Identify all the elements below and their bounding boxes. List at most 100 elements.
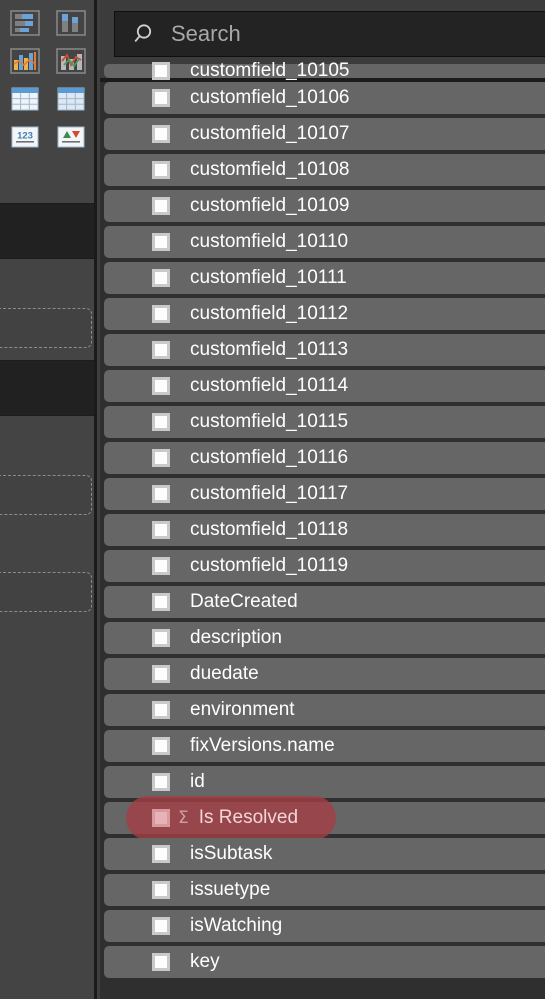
visualization-type-gallery[interactable]: 123 bbox=[0, 0, 97, 170]
field-label: customfield_10106 bbox=[190, 87, 350, 108]
field-label: customfield_10108 bbox=[190, 159, 350, 180]
field-row[interactable]: customfield_10106 bbox=[104, 82, 545, 114]
field-checkbox[interactable] bbox=[152, 377, 170, 395]
field-checkbox[interactable] bbox=[152, 665, 170, 683]
field-label: customfield_10105 bbox=[190, 60, 350, 81]
field-well-3[interactable]: Add data fields here bbox=[0, 572, 92, 612]
line-and-stacked-column-chart-icon[interactable] bbox=[48, 42, 94, 80]
field-checkbox[interactable] bbox=[152, 629, 170, 647]
field-checkbox[interactable] bbox=[152, 161, 170, 179]
stacked-bar-chart-icon[interactable] bbox=[2, 4, 48, 42]
table-icon[interactable] bbox=[2, 80, 48, 118]
field-well-1[interactable]: Add data fields here bbox=[0, 308, 92, 348]
search-box[interactable] bbox=[114, 11, 545, 57]
field-checkbox[interactable] bbox=[152, 845, 170, 863]
field-row[interactable]: fixVersions.name bbox=[104, 730, 545, 762]
field-well-2[interactable]: Add data fields here bbox=[0, 475, 92, 515]
field-label: customfield_10107 bbox=[190, 123, 350, 144]
wells-section-2: Add data fields here Add data fields her… bbox=[0, 416, 97, 999]
field-checkbox[interactable] bbox=[152, 557, 170, 575]
fields-pane: customfield_10105 customfield_10106custom… bbox=[100, 0, 545, 999]
field-checkbox[interactable] bbox=[152, 485, 170, 503]
field-row[interactable]: environment bbox=[104, 694, 545, 726]
field-row[interactable]: issuetype bbox=[104, 874, 545, 906]
field-row[interactable]: customfield_10109 bbox=[104, 190, 545, 222]
field-row[interactable]: isSubtask bbox=[104, 838, 545, 870]
stacked-column-chart-icon[interactable] bbox=[48, 4, 94, 42]
field-row[interactable]: customfield_10110 bbox=[104, 226, 545, 258]
field-row[interactable]: id bbox=[104, 766, 545, 798]
field-checkbox[interactable] bbox=[152, 773, 170, 791]
field-row[interactable]: customfield_10119 bbox=[104, 550, 545, 582]
field-row[interactable]: isWatching bbox=[104, 910, 545, 942]
field-checkbox[interactable] bbox=[152, 521, 170, 539]
field-row[interactable]: customfield_10112 bbox=[104, 298, 545, 330]
field-label: duedate bbox=[190, 663, 259, 684]
field-label: isSubtask bbox=[190, 843, 273, 864]
field-checkbox[interactable] bbox=[152, 701, 170, 719]
field-label: customfield_10113 bbox=[190, 339, 349, 360]
field-label: fixVersions.name bbox=[190, 735, 335, 756]
wells-section-1: Add data fields here bbox=[0, 259, 97, 360]
field-checkbox[interactable] bbox=[152, 593, 170, 611]
field-label: key bbox=[190, 951, 220, 972]
field-row[interactable]: customfield_10114 bbox=[104, 370, 545, 402]
field-label: customfield_10115 bbox=[190, 411, 349, 432]
kpi-icon[interactable] bbox=[48, 118, 94, 156]
svg-text:123: 123 bbox=[17, 131, 33, 142]
field-row[interactable]: key bbox=[104, 946, 545, 978]
field-label: customfield_10114 bbox=[190, 375, 349, 396]
field-checkbox[interactable] bbox=[152, 413, 170, 431]
sigma-icon: Σ bbox=[178, 807, 189, 828]
field-checkbox[interactable] bbox=[152, 269, 170, 287]
field-checkbox[interactable] bbox=[152, 125, 170, 143]
visualizations-pane: 123 Add data fields here bbox=[0, 0, 97, 999]
field-label: Is Resolved bbox=[198, 807, 299, 828]
field-row[interactable]: customfield_10108 bbox=[104, 154, 545, 186]
field-row[interactable]: duedate bbox=[104, 658, 545, 690]
field-label: isWatching bbox=[190, 915, 283, 936]
line-and-clustered-column-chart-icon[interactable] bbox=[2, 42, 48, 80]
field-label: id bbox=[190, 771, 205, 792]
field-checkbox[interactable] bbox=[152, 305, 170, 323]
field-checkbox[interactable] bbox=[152, 197, 170, 215]
card-icon[interactable]: 123 bbox=[2, 118, 48, 156]
field-label: customfield_10117 bbox=[190, 483, 349, 504]
field-row[interactable]: customfield_10115 bbox=[104, 406, 545, 438]
field-checkbox[interactable] bbox=[152, 809, 170, 827]
field-row[interactable]: customfield_10116 bbox=[104, 442, 545, 474]
matrix-icon[interactable] bbox=[48, 80, 94, 118]
search-icon bbox=[134, 24, 152, 42]
field-row[interactable]: description bbox=[104, 622, 545, 654]
field-list[interactable]: customfield_10105 customfield_10106custom… bbox=[100, 60, 545, 999]
field-checkbox[interactable] bbox=[152, 449, 170, 467]
field-row[interactable]: customfield_10107 bbox=[104, 118, 545, 150]
field-checkbox[interactable] bbox=[152, 341, 170, 359]
field-row[interactable]: customfield_10117 bbox=[104, 478, 545, 510]
field-row[interactable]: customfield_10111 bbox=[104, 262, 545, 294]
field-checkbox[interactable] bbox=[152, 62, 170, 80]
field-row[interactable]: DateCreated bbox=[104, 586, 545, 618]
field-label: DateCreated bbox=[190, 591, 298, 612]
field-row[interactable]: customfield_10105 bbox=[104, 60, 545, 81]
field-label: customfield_10110 bbox=[190, 231, 349, 252]
field-label: description bbox=[190, 627, 282, 648]
field-label: environment bbox=[190, 699, 295, 720]
field-checkbox[interactable] bbox=[152, 881, 170, 899]
search-input[interactable] bbox=[171, 21, 545, 47]
field-checkbox[interactable] bbox=[152, 233, 170, 251]
field-row[interactable]: customfield_10118 bbox=[104, 514, 545, 546]
field-checkbox[interactable] bbox=[152, 917, 170, 935]
wells-section-header-2 bbox=[0, 360, 97, 416]
field-checkbox[interactable] bbox=[152, 737, 170, 755]
field-checkbox[interactable] bbox=[152, 953, 170, 971]
fields-pane-screenshot: 123 Add data fields here bbox=[0, 0, 545, 999]
field-label: customfield_10116 bbox=[190, 447, 349, 468]
field-label: issuetype bbox=[190, 879, 271, 900]
field-row[interactable]: customfield_10113 bbox=[104, 334, 545, 366]
field-label: customfield_10111 bbox=[190, 267, 347, 288]
field-label: customfield_10119 bbox=[190, 555, 349, 576]
field-checkbox[interactable] bbox=[152, 89, 170, 107]
field-row[interactable]: Σ Is Resolved bbox=[104, 796, 545, 840]
field-label: customfield_10118 bbox=[190, 519, 349, 540]
